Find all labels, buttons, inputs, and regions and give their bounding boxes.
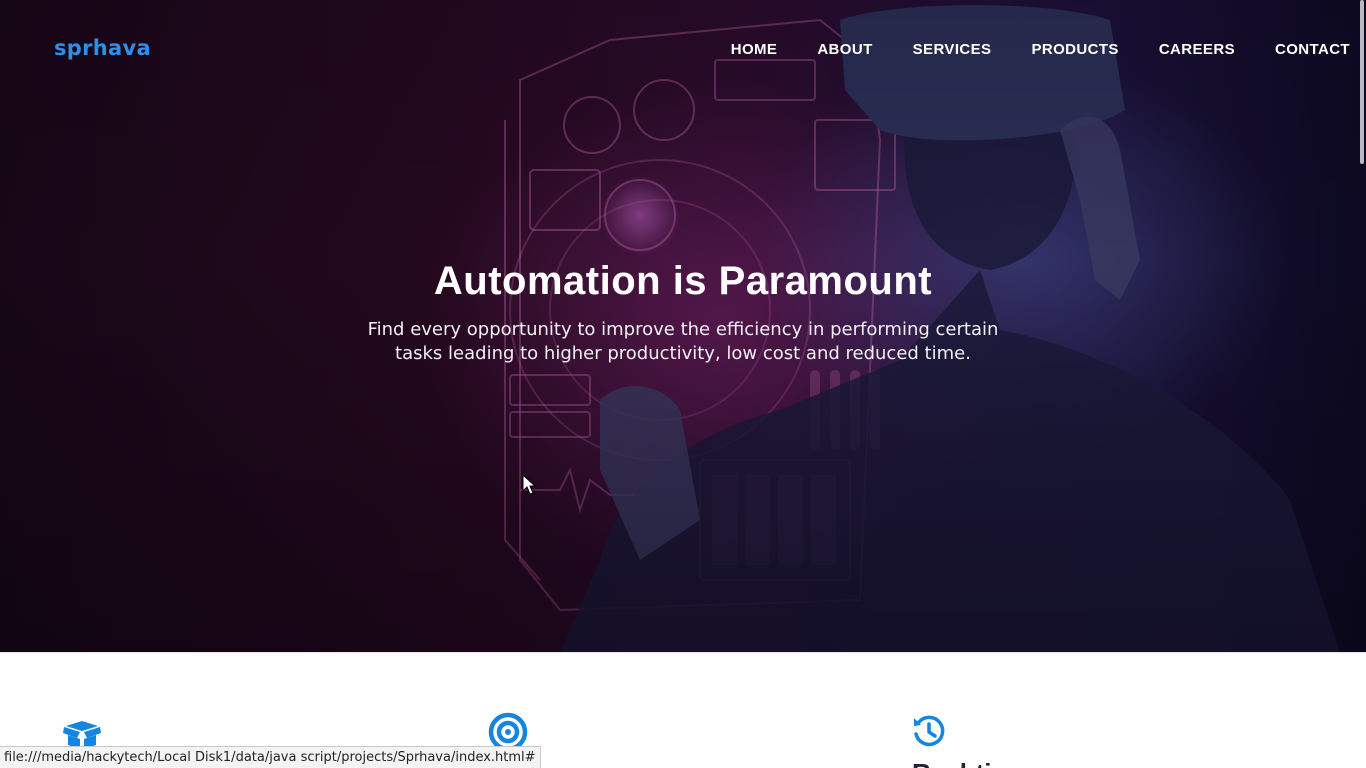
nav-home[interactable]: HOME (731, 41, 778, 58)
mouse-cursor-icon (522, 474, 536, 495)
feature-title-realtime: Real-time (912, 758, 1029, 768)
site-logo[interactable]: sprhava (54, 36, 151, 60)
main-navigation: HOME ABOUT SERVICES PRODUCTS CAREERS CON… (731, 41, 1350, 58)
nav-contact[interactable]: CONTACT (1275, 41, 1350, 58)
nav-services[interactable]: SERVICES (913, 41, 992, 58)
vertical-scrollbar[interactable] (1360, 0, 1366, 768)
hero-title: Automation is Paramount (433, 259, 933, 303)
browser-status-bar: file:///media/hackytech/Local Disk1/data… (0, 746, 541, 768)
scrollbar-thumb[interactable] (1360, 0, 1364, 164)
page: sprhava HOME ABOUT SERVICES PRODUCTS CAR… (0, 0, 1366, 768)
hero-subtitle: Find every opportunity to improve the ef… (367, 319, 999, 364)
history-icon (914, 715, 945, 747)
nav-careers[interactable]: CAREERS (1159, 41, 1235, 58)
nav-about[interactable]: ABOUT (817, 41, 872, 58)
box-open-icon (63, 721, 101, 749)
hero-content: Automation is Paramount Find every oppor… (333, 254, 1033, 366)
hero-section: sprhava HOME ABOUT SERVICES PRODUCTS CAR… (0, 0, 1366, 653)
nav-products[interactable]: PRODUCTS (1031, 41, 1118, 58)
